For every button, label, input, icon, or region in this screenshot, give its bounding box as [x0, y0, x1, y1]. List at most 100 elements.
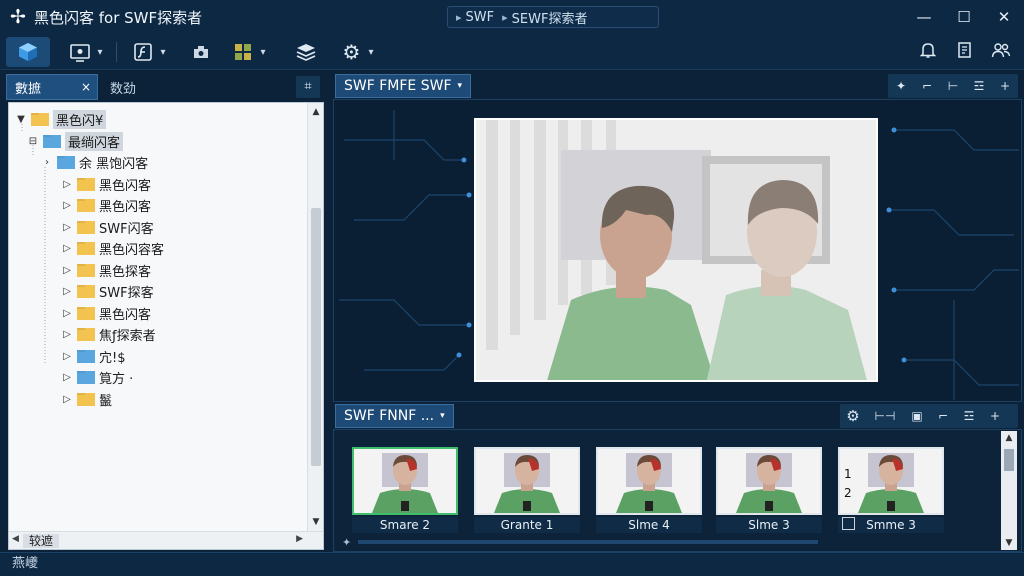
tree-expand-toggle-icon[interactable]: › [41, 157, 53, 168]
tree-row[interactable]: ▷ SWF闪客 [61, 217, 154, 238]
chevron-down-icon[interactable]: ▾ [458, 81, 463, 91]
cube-button[interactable] [6, 37, 50, 67]
tree-row[interactable]: › 余 黑饱闪客 [41, 152, 148, 173]
tree-row[interactable]: ▷ 黑色闪容客 [61, 238, 164, 259]
breadcrumb[interactable]: ▸ SWF ▸ SEWF探索者 [447, 6, 659, 28]
scroll-up-arrow-icon[interactable]: ▲ [308, 105, 324, 119]
tree-expand-toggle-icon[interactable]: ▷ [61, 372, 73, 383]
add-tool-button[interactable]: + [982, 409, 1008, 423]
add-tool-button[interactable]: + [992, 79, 1018, 93]
menu-tool-button[interactable]: ☲ [966, 79, 992, 93]
tab-preview[interactable]: SWF FMFE SWF ▾ [335, 74, 472, 98]
tree-expand-toggle-icon[interactable]: ▷ [61, 394, 73, 405]
tree-row[interactable]: ▷ 黑色闪客 [61, 303, 151, 324]
folder-icon [77, 392, 95, 406]
corner-tool-button[interactable]: ⌐ [914, 79, 940, 93]
gear-icon[interactable]: ⚙ [840, 407, 866, 425]
folder-icon [77, 349, 95, 363]
tree-expand-toggle-icon[interactable]: ▷ [61, 265, 73, 276]
close-icon[interactable]: × [81, 80, 91, 94]
scroll-right-arrow-icon[interactable]: ▶ [296, 534, 303, 544]
close-button[interactable]: ✕ [984, 0, 1024, 34]
tree-expand-toggle-icon[interactable]: ▷ [61, 308, 73, 319]
tree-row[interactable]: ▷ 宂!$ [61, 346, 125, 367]
chevron-down-icon[interactable]: ▾ [260, 47, 265, 58]
thumbnail-card[interactable]: Slme 3 [716, 447, 822, 533]
flash-file-button[interactable]: ▾ [124, 37, 174, 67]
breadcrumb-item[interactable]: SWF [466, 10, 495, 25]
scrollbar-thumb[interactable] [1004, 449, 1014, 471]
folder-icon [77, 306, 95, 320]
toolbar-divider [116, 42, 117, 62]
scroll-up-arrow-icon[interactable]: ▲ [1001, 433, 1017, 443]
tree-horizontal-scrollbar[interactable]: ◀ 较遮 ▶ [9, 531, 323, 549]
chevron-down-icon[interactable]: ▾ [440, 411, 445, 421]
scrollbar-thumb[interactable] [311, 208, 321, 466]
thumbnail-horizontal-scrollbar[interactable]: ✦ [340, 536, 840, 548]
thumbnail-vertical-scrollbar[interactable]: ▲ ▼ [1001, 431, 1017, 550]
tab-thumbnails[interactable]: SWF FNNF ... ▾ [335, 404, 454, 428]
tree-item-label: 最绱闪客 [65, 131, 124, 151]
document-button[interactable] [950, 37, 978, 67]
tree-expand-toggle-icon[interactable]: ▼ [15, 114, 27, 125]
scroll-left-arrow-icon[interactable]: ◀ [12, 534, 19, 544]
thumbnail-card[interactable]: Smare 2 [352, 447, 458, 533]
notification-button[interactable] [914, 37, 942, 67]
thumbnail-card[interactable]: Grante 1 [474, 447, 580, 533]
tab-actions[interactable]: 数劲 [110, 78, 136, 97]
scene-illustration [476, 120, 876, 380]
breadcrumb-item[interactable]: SEWF探索者 [512, 8, 588, 27]
chevron-down-icon[interactable]: ▾ [368, 47, 373, 58]
tree-row[interactable]: ▷ 黑色闪客 [61, 174, 151, 195]
scroll-down-arrow-icon[interactable]: ▼ [308, 515, 324, 529]
tree-item-label: 黑色闪客 [99, 200, 152, 215]
settings-button[interactable]: ⚙ ▾ [332, 37, 382, 67]
tree-row[interactable]: ▼ 黑色闪¥ [15, 109, 107, 130]
thumbnail-card[interactable]: Smme 312 [838, 447, 944, 533]
thumbnail-image [352, 447, 458, 515]
chevron-down-icon[interactable]: ▾ [97, 47, 102, 58]
scroll-down-arrow-icon[interactable]: ▼ [1001, 538, 1017, 548]
tree-vertical-scrollbar[interactable]: ▲ ▼ [307, 103, 323, 531]
split-tool-button[interactable]: ⊢ [940, 79, 966, 93]
tree-row[interactable]: ▷ 鬣 [61, 389, 112, 410]
tree-expand-toggle-icon[interactable]: ▷ [61, 200, 73, 211]
thumbnail-caption: Smare 2 [352, 517, 458, 533]
tree-row[interactable]: ▷ 焦ƒ探索者 [61, 324, 156, 345]
tab-data[interactable]: 數摭 × [6, 74, 98, 100]
tree-expand-toggle-icon[interactable]: ▷ [61, 222, 73, 233]
tree-row[interactable]: ▷ SWF探客 [61, 281, 154, 302]
tree-expand-toggle-icon[interactable]: ▷ [61, 286, 73, 297]
tree-expand-toggle-icon[interactable]: ▷ [61, 179, 73, 190]
tree-expand-toggle-icon[interactable]: ▷ [61, 351, 73, 362]
tree-row[interactable]: ▷ 黑色探客 [61, 260, 151, 281]
folder-icon [77, 242, 95, 255]
bell-icon [919, 41, 937, 64]
folder-icon [77, 199, 95, 212]
minimize-button[interactable]: — [904, 0, 944, 34]
tree-expand-toggle-icon[interactable]: ▷ [61, 329, 73, 340]
puzzle-tool-button[interactable]: ✦ [888, 79, 914, 93]
folder-icon [77, 285, 95, 298]
menu-tool-button[interactable]: ☲ [956, 409, 982, 423]
frame-tool-button[interactable]: ▣ [904, 409, 930, 423]
layers-button[interactable] [288, 37, 324, 67]
tree-row[interactable]: ▷ 筧方 · [61, 367, 133, 388]
tree-expand-toggle-icon[interactable]: ▷ [61, 243, 73, 254]
tree-item-label: SWF闪客 [99, 221, 154, 237]
tree-expand-toggle-icon[interactable]: ⊟ [27, 136, 39, 147]
plugin-button[interactable] [184, 37, 218, 67]
grid-button[interactable]: ▾ [224, 37, 274, 67]
screen-capture-button[interactable]: ▾ [60, 37, 112, 67]
tree-row[interactable]: ▷ 黑色闪客 [61, 195, 151, 216]
chevron-down-icon[interactable]: ▾ [160, 47, 165, 58]
maximize-button[interactable]: ☐ [944, 0, 984, 34]
thumbnail-card[interactable]: Slme 4 [596, 447, 702, 533]
users-button[interactable] [986, 37, 1016, 67]
tree-item-label: 黑色闪容客 [99, 243, 165, 258]
pin-button[interactable]: ⌗ [296, 76, 320, 98]
tree-row[interactable]: ⊟ 最绱闪客 [27, 131, 124, 152]
split-tool-button[interactable]: ⊢⊣ [866, 409, 904, 423]
thumbnail-checkbox[interactable] [842, 517, 855, 530]
corner-tool-button[interactable]: ⌐ [930, 409, 956, 423]
